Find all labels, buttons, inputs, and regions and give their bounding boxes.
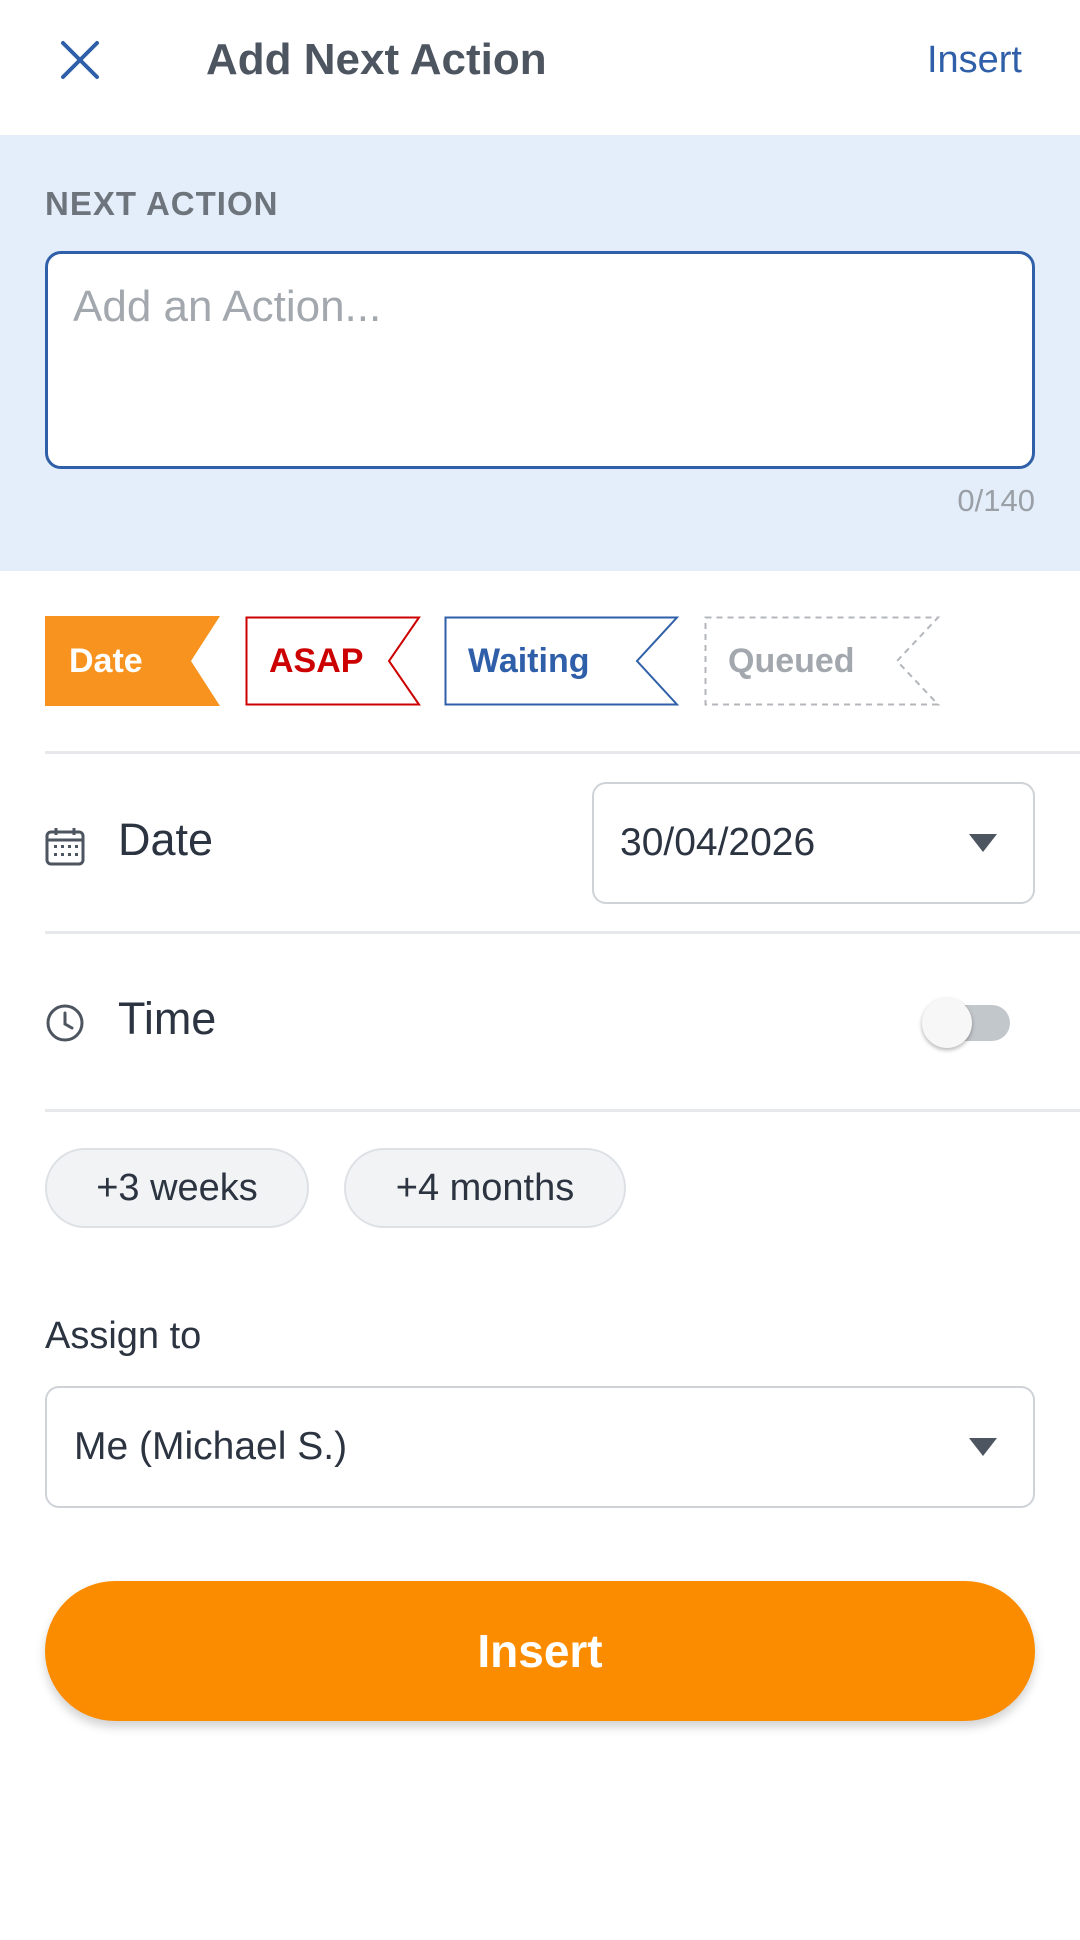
tag-asap-label: ASAP	[269, 641, 364, 680]
next-action-input[interactable]	[45, 251, 1035, 469]
header-insert-button[interactable]: Insert	[927, 30, 1022, 90]
page-title: Add Next Action	[206, 35, 547, 84]
date-row-label: Date	[118, 814, 214, 865]
clock-icon	[46, 1004, 84, 1042]
tag-waiting-label: Waiting	[468, 641, 590, 680]
character-counter: 0/140	[957, 483, 1035, 518]
tag-date[interactable]: Date	[45, 616, 220, 706]
date-picker[interactable]: 30/04/2026	[592, 782, 1035, 904]
time-toggle[interactable]	[922, 998, 1014, 1048]
next-action-panel: NEXT ACTION 0/140	[0, 135, 1080, 571]
time-row-label: Time	[118, 993, 217, 1044]
header-bar: Add Next Action Insert	[0, 0, 1080, 135]
assign-to-label: Assign to	[45, 1315, 202, 1357]
tag-date-label: Date	[69, 641, 143, 680]
insert-button[interactable]: Insert	[45, 1581, 1035, 1721]
tag-queued[interactable]: Queued	[704, 616, 940, 706]
tag-asap[interactable]: ASAP	[245, 616, 421, 706]
assignee-value: Me (Michael S.)	[74, 1425, 348, 1468]
next-action-label: NEXT ACTION	[45, 185, 279, 222]
chevron-down-icon	[969, 1438, 997, 1456]
tag-waiting[interactable]: Waiting	[444, 616, 679, 706]
chevron-down-icon	[969, 834, 997, 852]
add-next-action-screen: Add Next Action Insert NEXT ACTION 0/140…	[0, 0, 1080, 1940]
close-icon	[61, 41, 99, 79]
assignee-select[interactable]: Me (Michael S.)	[45, 1386, 1035, 1508]
toggle-knob	[922, 998, 972, 1048]
divider	[45, 931, 1080, 934]
divider	[45, 1109, 1080, 1112]
divider	[45, 751, 1080, 754]
chip-plus-4-months[interactable]: +4 months	[344, 1148, 626, 1228]
calendar-icon	[45, 828, 85, 866]
close-button[interactable]	[50, 30, 110, 90]
chip-plus-3-weeks[interactable]: +3 weeks	[45, 1148, 309, 1228]
tag-queued-label: Queued	[728, 641, 855, 680]
date-value: 30/04/2026	[620, 821, 816, 864]
